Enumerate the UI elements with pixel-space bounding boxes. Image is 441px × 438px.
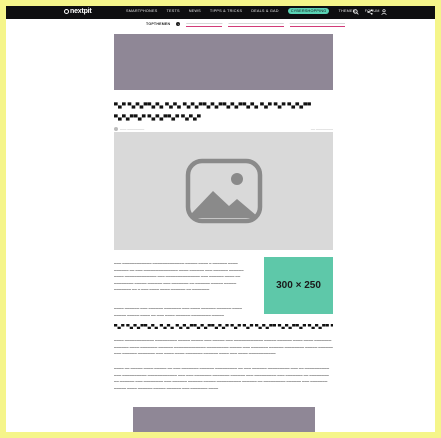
logo-text: nextpit (70, 8, 92, 15)
article-paragraph: ▁▁▁▁ ▁▁ ▁▁▁▁▁ ▁▁▁▁ ▁▁▁▁▁ ▁▁ ▁▁▁ ▁▁▁▁▁▁▁ … (114, 365, 330, 389)
page-frame: nextpit SMARTPHONES TESTS NEWS TIPPS & T… (0, 0, 441, 438)
share-icon[interactable] (367, 9, 373, 15)
author-name[interactable]: ─── ──────── (120, 127, 144, 131)
topic-link[interactable]: ────────────────────────── (289, 21, 345, 27)
nav-news[interactable]: NEWS (189, 9, 201, 14)
top-topics-bar: TOPTHEMEN › ───────────────── ──────────… (146, 21, 345, 27)
nav-smartphones[interactable]: SMARTPHONES (126, 9, 157, 14)
ad-banner-bottom[interactable] (133, 407, 315, 432)
header-icons (353, 9, 387, 15)
top-navigation-bar: nextpit SMARTPHONES TESTS NEWS TIPPS & T… (6, 6, 435, 19)
image-placeholder-icon (185, 158, 262, 224)
user-icon[interactable] (381, 9, 387, 15)
nav-cybershopping[interactable]: CYBERSHOPPING (287, 8, 330, 14)
article-subheading: ▀▄▀ ▀▄▀▄▀▀▄▀▄ ▀▄▀▄ ▀▄▀▄▀▀▄▀▄▀▀▄▀▄▀ ▀▄▀ ▀… (114, 324, 333, 329)
nav-deals[interactable]: DEALS & GAD (251, 9, 279, 14)
topic-link[interactable]: ───────────────── (186, 21, 223, 27)
search-icon[interactable] (353, 9, 359, 15)
chevron-right-icon[interactable]: › (176, 22, 181, 26)
top-topics-label: TOPTHEMEN (146, 22, 171, 26)
author-avatar[interactable] (114, 127, 118, 131)
nav-tips[interactable]: TIPPS & TRICKS (210, 9, 242, 14)
article-meta: ─── ──────── ── ──────── (114, 127, 333, 131)
article-headline: ▀▄▀ ▀▄▀▄▀▀▄▀▄ ▀▄▀▄ ▀▄▀▄▀▀▄▀▄▀▀▄▀▄▀▀▄▀▄ ▀… (114, 103, 312, 121)
topic-link[interactable]: ────────────────────────── (228, 21, 284, 27)
hero-image-placeholder (114, 132, 333, 250)
ad-banner-top[interactable] (114, 34, 333, 90)
ad-rectangle-300x250[interactable]: 300 × 250 (264, 257, 333, 314)
main-nav: SMARTPHONES TESTS NEWS TIPPS & TRICKS DE… (126, 8, 380, 14)
site-logo[interactable]: nextpit (64, 8, 92, 15)
article-date: ── ──────── (310, 127, 333, 131)
logo-ring-icon (64, 9, 69, 14)
nav-tests[interactable]: TESTS (166, 9, 179, 14)
article-paragraph: ▁▁▁▁ ▁▁▁▁▁▁ ▁▁▁ ▁▁▁▁▁▁ ▁▁▁▁▁▁▁ ▁▁▁ ▁▁▁▁ … (114, 305, 243, 316)
article-paragraph: ▁▁▁ ▁▁▁▁▁▁▁▁▁▁▁▁ ▁▁▁▁▁▁▁▁▁▁▁▁▁ ▁▁▁▁▁ ▁▁▁… (114, 260, 244, 291)
article-paragraph: ▁▁▁▁ ▁▁▁▁▁▁▁▁▁▁▁▁ ▁▁▁▁▁▁▁▁▁ ▁▁▁▁▁ ▁▁▁▁▁ … (114, 337, 333, 355)
